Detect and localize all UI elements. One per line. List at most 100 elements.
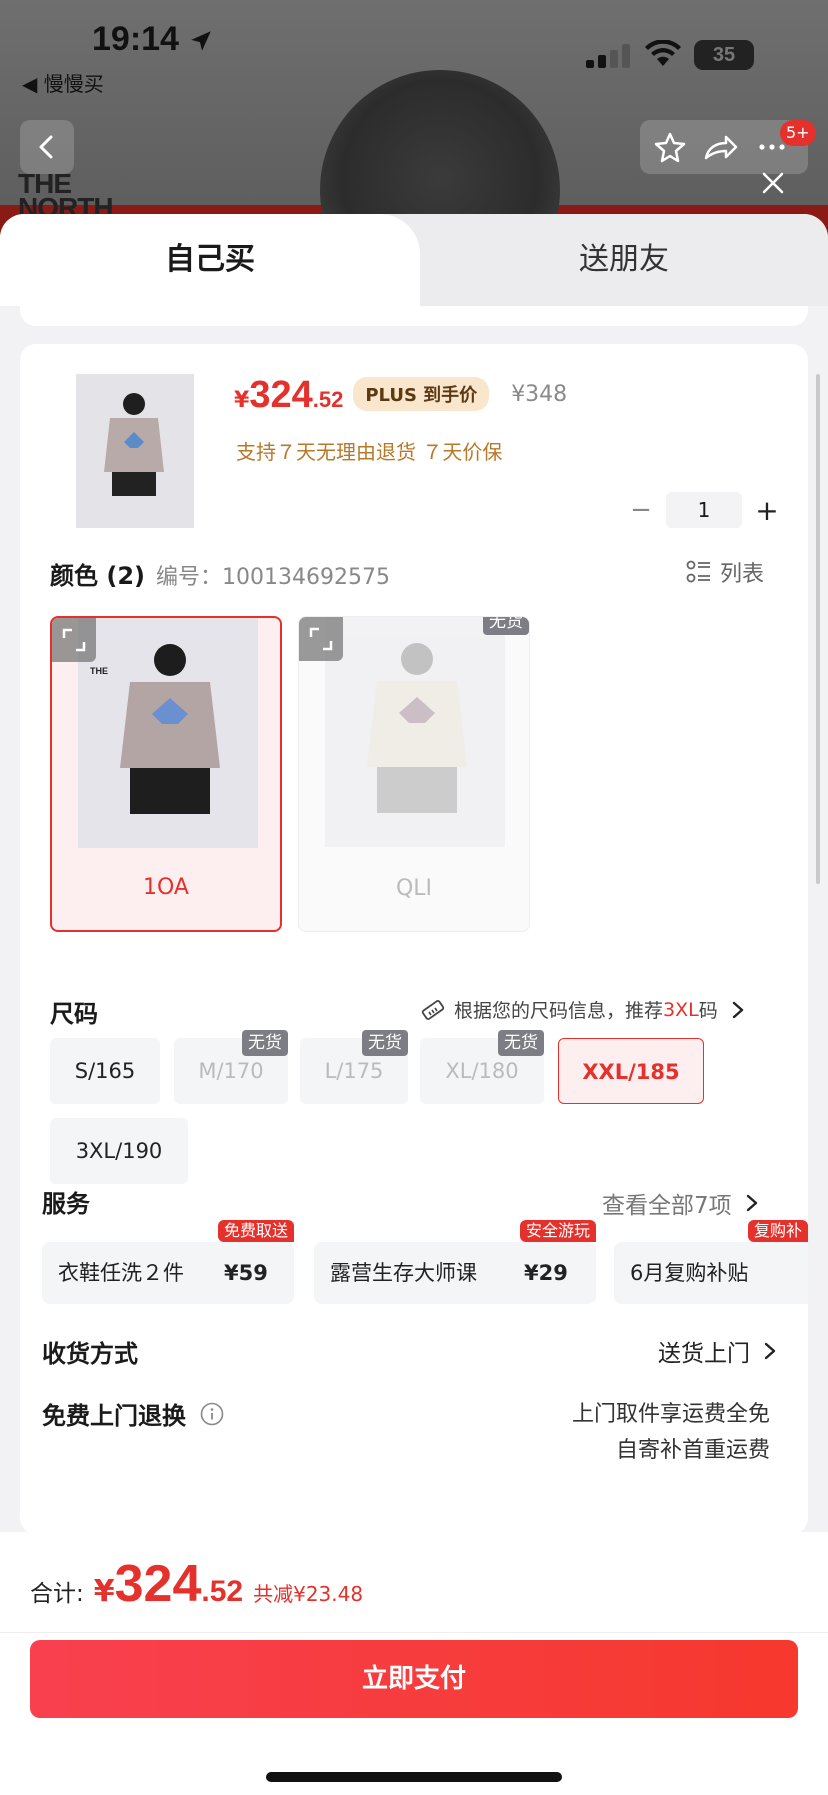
cellular-signal-icon	[586, 44, 630, 68]
color-section-title: 颜色 (2)	[50, 562, 145, 590]
size-option-L[interactable]: L/175 无货	[300, 1030, 408, 1104]
service-name: 衣鞋任洗２件	[58, 1261, 184, 1285]
service-tag: 复购补	[747, 1220, 808, 1242]
out-of-stock-tag: 无货	[498, 1030, 544, 1056]
status-time: 19:14	[92, 20, 179, 58]
info-icon[interactable]	[200, 1402, 224, 1426]
tab-gift[interactable]: 送朋友	[420, 214, 828, 306]
service-tag: 安全游玩	[519, 1220, 596, 1242]
size-option-S[interactable]: S/165	[50, 1038, 160, 1104]
total-savings: 共减¥23.48	[253, 1582, 364, 1606]
out-of-stock-tag: 无货	[483, 617, 529, 635]
original-price: ¥348	[511, 382, 568, 407]
chevron-left-icon	[39, 135, 53, 159]
back-to-app-link[interactable]: ◀ 慢慢买	[22, 68, 104, 97]
delivery-method-selector[interactable]: 送货上门	[658, 1334, 778, 1368]
divider	[0, 1632, 828, 1633]
quantity-decrease-button[interactable]: −	[624, 495, 658, 525]
color-option-image: THE	[78, 618, 258, 848]
size-option-label: XL/180	[445, 1059, 519, 1083]
size-option-M[interactable]: M/170 无货	[174, 1030, 288, 1104]
size-option-XL[interactable]: XL/180 无货	[420, 1030, 544, 1104]
return-section-title: 免费上门退换	[42, 1396, 224, 1431]
size-tip-suffix: 码	[698, 1000, 718, 1022]
price-row: ¥ 324 .52 PLUS 到手价 ¥348	[234, 374, 567, 422]
notification-badge: 5+	[780, 120, 816, 146]
total-decimal: .52	[201, 1575, 244, 1608]
view-all-label: 查看全部7项	[602, 1193, 732, 1219]
quantity-input[interactable]: 1	[666, 492, 742, 528]
svg-text:THE: THE	[90, 666, 108, 676]
status-bar: 19:14 ◀ 慢慢买 35	[0, 0, 828, 100]
size-section-title: 尺码	[50, 1000, 98, 1028]
product-thumbnail[interactable]	[76, 374, 194, 528]
color-option-label: 1OA	[143, 875, 189, 900]
background-back-button	[20, 120, 74, 174]
size-option-3XL[interactable]: 3XL/190	[50, 1118, 188, 1184]
service-price: ¥29	[524, 1261, 568, 1285]
guarantee-text: 支持７天无理由退货 ７天价保	[236, 440, 503, 464]
list-view-toggle[interactable]: 列表	[686, 556, 764, 588]
view-all-services-link[interactable]: 查看全部7项	[602, 1186, 760, 1220]
size-recommendation[interactable]: 根据您的尺码信息，推荐 3XL 码	[420, 996, 746, 1023]
battery-indicator: 35	[694, 40, 754, 70]
return-info-line-2: 自寄补首重运费	[615, 1438, 770, 1463]
star-icon	[654, 132, 686, 163]
expand-icon	[309, 627, 333, 651]
plus-price-tag: PLUS 到手价	[353, 377, 490, 411]
sheet-top-strip	[20, 306, 808, 326]
product-code: 编号：100134692575	[156, 565, 390, 590]
scrollbar[interactable]	[816, 374, 820, 884]
total-row: 合计: ¥ 324 .52 共减¥23.48	[30, 1554, 363, 1614]
product-options-card: ¥ 324 .52 PLUS 到手价 ¥348 支持７天无理由退货 ７天价保 −…	[20, 344, 808, 1534]
list-toggle-label: 列表	[720, 562, 765, 587]
close-icon[interactable]	[756, 166, 790, 200]
color-option-1OA[interactable]: THE 1OA	[50, 616, 282, 932]
return-title: 免费上门退换	[42, 1402, 186, 1430]
quantity-increase-button[interactable]: +	[750, 494, 784, 527]
purchase-mode-tabs: 自己买 送朋友	[0, 214, 828, 306]
watermark: 慢星人7054453LT	[300, 1198, 516, 1226]
service-card-camping[interactable]: 露营生存大师课 ¥29 安全游玩	[314, 1220, 596, 1304]
total-label: 合计:	[30, 1581, 84, 1607]
return-info-line-1: 上门取件享运费全免	[571, 1402, 770, 1427]
quantity-stepper: − 1 +	[624, 492, 784, 528]
chevron-right-icon	[746, 1194, 757, 1212]
pay-now-button[interactable]: 立即支付	[30, 1640, 798, 1718]
price-integer: 324	[249, 374, 313, 416]
chevron-right-icon	[764, 1342, 776, 1360]
expand-icon	[62, 628, 86, 652]
wifi-icon	[645, 40, 681, 66]
size-option-XXL[interactable]: XXL/185	[558, 1038, 704, 1104]
service-card-rebuy[interactable]: 6月复购补贴 复购补	[614, 1220, 808, 1304]
price-decimal: .52	[312, 387, 344, 412]
size-option-label: L/175	[324, 1059, 384, 1083]
size-option-label: M/170	[198, 1059, 264, 1083]
out-of-stock-tag: 无货	[242, 1030, 288, 1056]
share-icon	[704, 135, 738, 160]
chevron-right-icon	[732, 1001, 743, 1018]
expand-image-button[interactable]	[299, 617, 343, 661]
list-icon	[686, 560, 710, 583]
service-card-laundry[interactable]: 衣鞋任洗２件 ¥59 免费取送	[42, 1220, 294, 1304]
checkout-bar: 合计: ¥ 324 .52 共减¥23.48 立即支付	[0, 1532, 828, 1795]
tab-self-buy[interactable]: 自己买	[0, 214, 420, 306]
color-option-image	[325, 617, 505, 847]
home-indicator[interactable]	[266, 1772, 562, 1782]
delivery-section-title: 收货方式	[42, 1340, 138, 1368]
price-symbol: ¥	[234, 388, 250, 413]
total-symbol: ¥	[93, 1574, 115, 1609]
color-option-label: QLI	[395, 876, 433, 901]
delivery-method-value: 送货上门	[658, 1341, 750, 1367]
service-name: 露营生存大师课	[330, 1261, 477, 1285]
expand-image-button[interactable]	[52, 618, 96, 662]
service-section-title: 服务	[42, 1190, 90, 1218]
location-arrow-icon	[191, 31, 211, 51]
size-tip-size: 3XL	[663, 998, 699, 1021]
service-price: ¥59	[224, 1261, 268, 1285]
out-of-stock-tag: 无货	[362, 1030, 408, 1056]
service-tag: 免费取送	[217, 1220, 294, 1242]
service-name: 6月复购补贴	[630, 1261, 749, 1285]
color-option-QLI[interactable]: 无货 QLI	[298, 616, 530, 932]
ruler-icon	[421, 999, 445, 1020]
